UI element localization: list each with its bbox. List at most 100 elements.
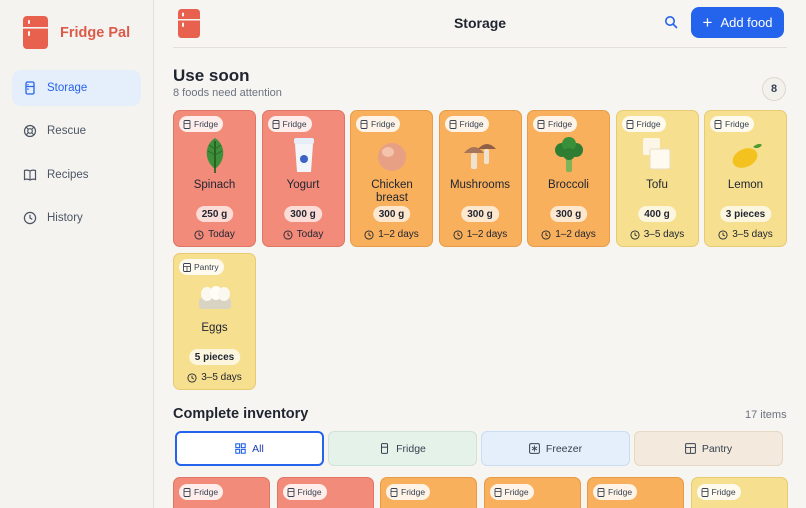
add-food-button[interactable]: + Add food	[691, 7, 784, 38]
cabinet-icon	[684, 443, 696, 454]
fridge-icon	[287, 487, 295, 497]
food-name: Broccoli	[548, 179, 589, 191]
food-name: Eggs	[201, 322, 228, 334]
sidebar-item-label: Rescue	[47, 125, 86, 138]
lemon-icon	[726, 135, 766, 175]
filter-label: Freezer	[545, 442, 583, 455]
sidebar-item-recipes[interactable]: Recipes	[12, 157, 141, 193]
sidebar-item-storage[interactable]: Storage	[12, 70, 141, 106]
food-name: Chicken breast	[371, 179, 413, 204]
storage-tag-label: Fridge	[371, 119, 396, 129]
storage-tag: Fridge	[179, 116, 224, 132]
filter-label: Fridge	[396, 442, 426, 455]
food-quantity: 300 g	[372, 206, 411, 222]
filter-pantry[interactable]: Pantry	[634, 431, 783, 466]
storage-tag: Fridge	[179, 484, 224, 500]
brand: Fridge Pal	[23, 16, 130, 49]
expiry-time: Today	[174, 229, 255, 240]
filter-fridge[interactable]: Fridge	[328, 431, 477, 466]
expiry-label: 1–2 days	[466, 229, 508, 240]
expiry-label: 3–5 days	[732, 229, 773, 240]
cabinet-icon	[183, 262, 191, 272]
fridge-icon	[390, 487, 398, 497]
storage-tag-label: Fridge	[548, 119, 573, 129]
storage-tag: Fridge	[444, 116, 489, 132]
filter-label: All	[252, 442, 264, 455]
clock-icon	[630, 229, 640, 240]
food-name: Mushrooms	[449, 179, 511, 191]
fridge-icon	[183, 119, 191, 129]
expiry-time: Today	[263, 229, 344, 240]
food-card[interactable]: Pantry Eggs 5 pieces 3–5 days	[173, 253, 256, 390]
food-card[interactable]: Fridge Mushrooms 300 g 1–2 days	[438, 110, 522, 247]
food-name: Spinach	[193, 179, 236, 191]
expiry-time: 1–2 days	[351, 229, 432, 240]
inventory-card[interactable]: Fridge	[587, 477, 684, 508]
grid-icon	[235, 443, 246, 454]
fridge-icon	[597, 487, 605, 497]
food-card[interactable]: Fridge Lemon 3 pieces 3–5 days	[704, 110, 787, 247]
clock-icon	[718, 229, 728, 240]
top-bar: Storage + Add food	[154, 0, 806, 48]
inventory-card[interactable]: Fridge	[380, 477, 477, 508]
filter-all[interactable]: All	[175, 431, 324, 466]
food-card[interactable]: Fridge Chicken breast 300 g 1–2 days	[350, 110, 433, 247]
use-soon-subtitle: 8 foods need attention	[173, 87, 282, 99]
storage-tag: Fridge	[533, 116, 578, 132]
fridge-logo-icon	[23, 16, 48, 49]
main-content: Use soon 8 foods need attention 8 Fridge…	[154, 48, 806, 508]
fridge-icon	[494, 487, 502, 497]
spinach-icon	[195, 135, 235, 175]
lifebuoy-icon	[23, 124, 37, 138]
yogurt-icon	[284, 135, 324, 175]
inventory-card[interactable]: Fridge	[690, 477, 788, 508]
add-food-label: Add food	[720, 15, 773, 30]
expiry-time: 3–5 days	[705, 229, 786, 240]
expiry-label: Today	[208, 229, 235, 240]
fridge-icon	[449, 119, 457, 129]
search-icon[interactable]	[664, 15, 678, 29]
sidebar-item-history[interactable]: History	[12, 200, 141, 236]
chicken-icon	[372, 135, 412, 175]
storage-tag-label: Fridge	[297, 487, 322, 497]
expiry-label: 3–5 days	[643, 229, 685, 240]
sidebar-item-rescue[interactable]: Rescue	[12, 113, 141, 149]
expiry-label: Today	[296, 229, 324, 240]
broccoli-icon	[549, 135, 589, 175]
clock-icon	[453, 229, 463, 240]
clock-icon	[283, 229, 293, 240]
storage-tag: Fridge	[267, 116, 312, 132]
food-quantity: 400 g	[638, 206, 676, 222]
storage-tag: Fridge	[593, 484, 638, 500]
filter-label: Pantry	[701, 442, 733, 455]
storage-tag: Fridge	[356, 116, 401, 132]
food-card[interactable]: Fridge Broccoli 300 g 1–2 days	[527, 110, 610, 247]
storage-tag-label: Fridge	[194, 119, 219, 129]
food-card[interactable]: Fridge Tofu 400 g 3–5 days	[615, 110, 699, 247]
filter-freezer[interactable]: Freezer	[481, 431, 630, 466]
food-name: Yogurt	[286, 179, 320, 191]
storage-tag: Fridge	[386, 484, 431, 500]
expiry-time: 3–5 days	[617, 229, 698, 240]
storage-tag-label: Fridge	[725, 119, 750, 129]
fridge-icon	[701, 487, 709, 497]
fridge-icon	[537, 119, 545, 129]
storage-tag-label: Fridge	[282, 119, 307, 129]
food-card[interactable]: Fridge Spinach 250 g Today	[173, 110, 256, 247]
plus-icon: +	[702, 13, 713, 32]
inventory-card[interactable]: Fridge	[173, 477, 270, 508]
inventory-card[interactable]: Fridge	[483, 477, 581, 508]
clock-icon	[194, 229, 204, 240]
food-card[interactable]: Fridge Yogurt 300 g Today	[261, 110, 345, 247]
inventory-card[interactable]: Fridge	[276, 477, 374, 508]
food-quantity: 300 g	[284, 206, 322, 222]
clock-icon	[23, 211, 37, 225]
sidebar: Fridge Pal Storage Rescue Recipes Histor…	[0, 0, 154, 508]
storage-tag: Pantry	[179, 259, 224, 275]
storage-tag-label: Fridge	[401, 487, 426, 497]
clock-icon	[364, 229, 374, 240]
storage-tag-label: Fridge	[636, 119, 661, 129]
storage-tag: Fridge	[621, 116, 666, 132]
storage-tag-label: Fridge	[194, 487, 219, 497]
expiry-label: 1–2 days	[555, 229, 596, 240]
